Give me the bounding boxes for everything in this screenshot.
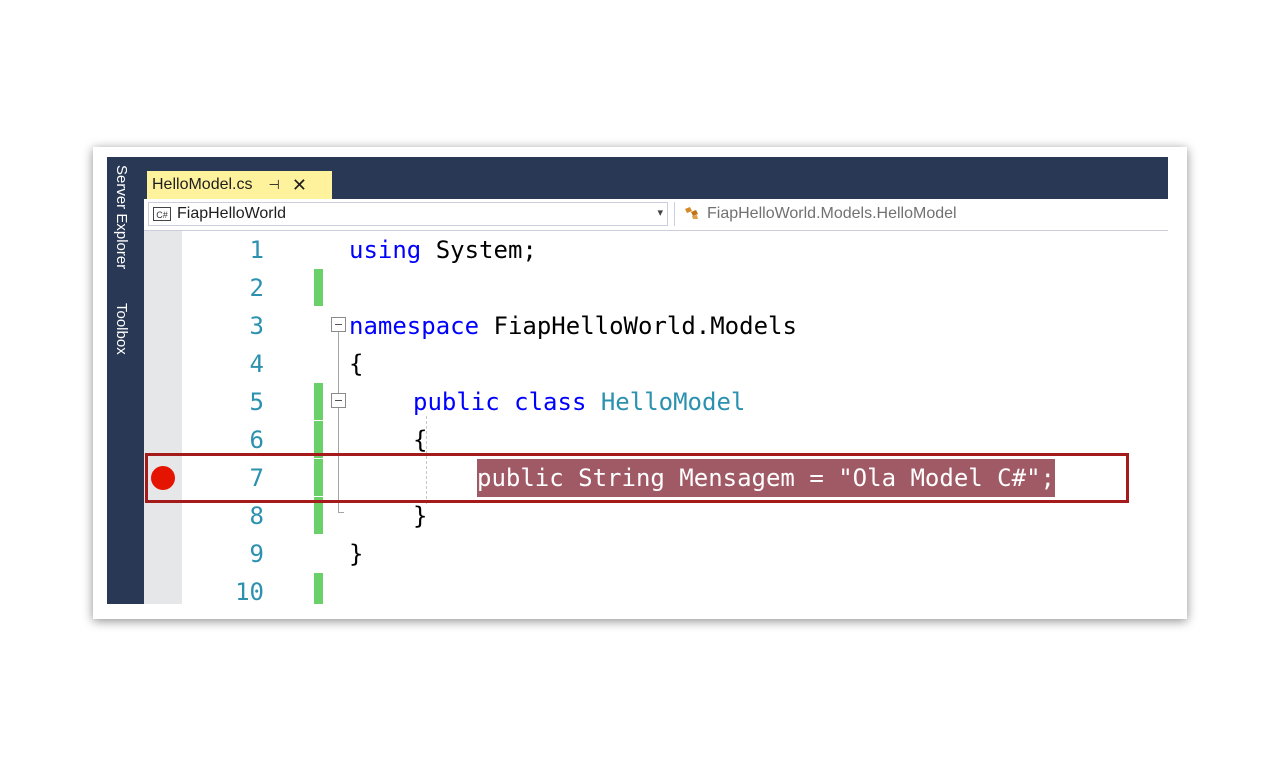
navigation-bar: C# FiapHelloWorld ▾ FiapHelloWorld.Model… (144, 199, 1168, 231)
line-number: 10 (235, 578, 264, 604)
server-explorer-tab[interactable]: Server Explorer (113, 165, 130, 269)
toolbox-tab[interactable]: Toolbox (113, 303, 130, 355)
line-text: public class HelloModel (413, 388, 746, 416)
code-line: 10 (144, 573, 1168, 604)
project-name: FiapHelloWorld (177, 205, 287, 222)
type-dropdown[interactable]: FiapHelloWorld.Models.HelloModel (674, 202, 1168, 226)
line-text: { (349, 350, 364, 378)
chevron-down-icon[interactable]: ▾ (657, 206, 663, 219)
line-number: 4 (249, 350, 264, 378)
modified-marker (314, 383, 323, 420)
pin-icon[interactable]: ⊣ (268, 177, 279, 193)
line-text: using System; (349, 236, 537, 264)
line-number: 2 (249, 274, 264, 302)
collapse-icon[interactable] (331, 317, 346, 332)
code-editor[interactable]: C# FiapHelloWorld ▾ FiapHelloWorld.Model… (144, 199, 1168, 604)
csharp-file-icon: C# (153, 207, 171, 221)
document-tab[interactable]: HelloModel.cs ⊣ ✕ (147, 171, 332, 199)
side-tool-strip: Server Explorer Toolbox (107, 157, 143, 604)
line-text: } (349, 540, 364, 568)
tab-filename: HelloModel.cs (152, 176, 253, 193)
code-line: 5 public class HelloModel (144, 383, 1168, 421)
line-number: 9 (249, 540, 264, 568)
code-line: 3 namespace FiapHelloWorld.Models (144, 307, 1168, 345)
line-number: 5 (249, 388, 264, 416)
project-dropdown[interactable]: C# FiapHelloWorld ▾ (148, 202, 668, 226)
code-area[interactable]: 1 using System; 2 3 namespace FiapHelloW… (144, 231, 1168, 604)
collapse-icon[interactable] (331, 393, 346, 408)
modified-marker (314, 573, 323, 604)
type-path: FiapHelloWorld.Models.HelloModel (707, 205, 957, 222)
code-line: 2 (144, 269, 1168, 307)
code-line: 1 using System; (144, 231, 1168, 269)
class-icon (683, 206, 701, 223)
code-line: 9 } (144, 535, 1168, 573)
ide-window: Server Explorer Toolbox HelloModel.cs ⊣ … (107, 157, 1168, 604)
breakpoint-callout (145, 453, 1129, 503)
line-text: namespace FiapHelloWorld.Models (349, 312, 797, 340)
modified-marker (314, 269, 323, 306)
line-number: 1 (249, 236, 264, 264)
line-number: 3 (249, 312, 264, 340)
code-line: 4 { (144, 345, 1168, 383)
close-icon[interactable]: ✕ (292, 175, 307, 196)
